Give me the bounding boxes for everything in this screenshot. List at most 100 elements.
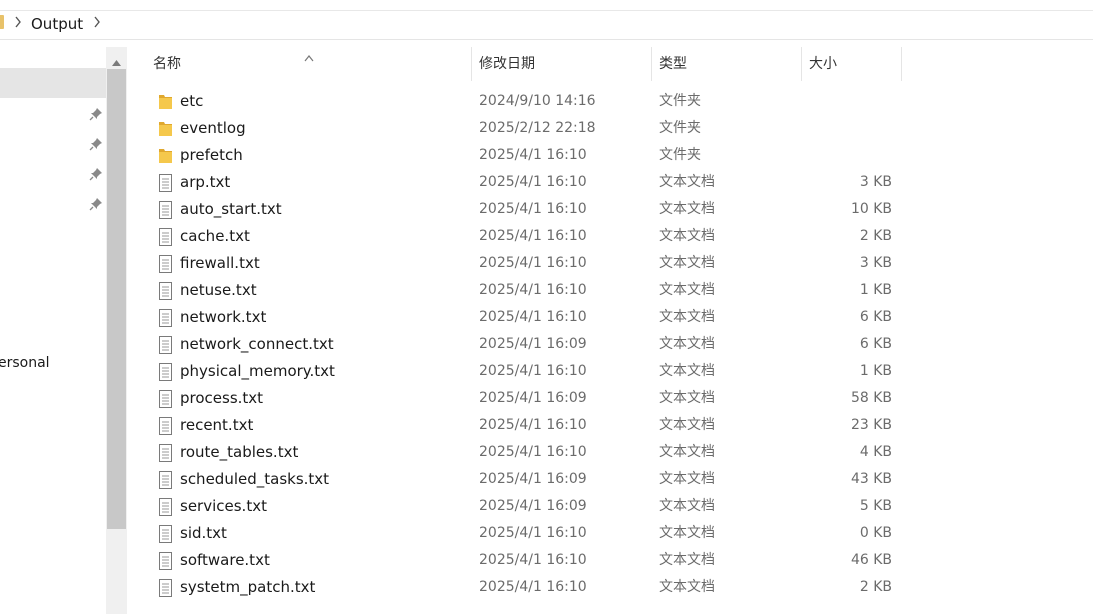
file-row[interactable]: process.txt 2025/4/1 16:09 文本文档 58 KB xyxy=(127,385,1093,412)
nav-item-personal[interactable]: ersonal xyxy=(0,354,50,372)
chevron-right-icon[interactable] xyxy=(93,16,101,28)
file-size xyxy=(807,142,892,169)
breadcrumb-output[interactable]: Output xyxy=(31,14,83,34)
column-header: 名称 修改日期 类型 大小 xyxy=(127,47,1093,81)
file-row[interactable]: network_connect.txt 2025/4/1 16:09 文本文档 6 K… xyxy=(127,331,1093,358)
file-date: 2025/4/1 16:10 xyxy=(479,147,587,163)
text-file-icon xyxy=(158,444,173,462)
file-row[interactable]: recent.txt 2025/4/1 16:10 文本文档 23 KB xyxy=(127,412,1093,439)
file-size: 3 KB xyxy=(859,174,892,190)
file-size: 46 KB xyxy=(850,552,892,568)
file-name: network_connect.txt xyxy=(180,335,334,353)
file-date: 2025/4/1 16:10 xyxy=(479,228,587,244)
navigation-pane: ersonal xyxy=(0,40,106,614)
file-size: 4 KB xyxy=(859,444,892,460)
file-name: eventlog xyxy=(180,119,246,137)
file-name: systetm_patch.txt xyxy=(180,578,316,596)
file-row[interactable]: sid.txt 2025/4/1 16:10 文本文档 0 KB xyxy=(127,520,1093,547)
file-row[interactable]: etc 2024/9/10 14:16 文件夹 xyxy=(127,88,1093,115)
file-name: arp.txt xyxy=(180,173,231,191)
column-divider[interactable] xyxy=(901,47,902,81)
file-date: 2025/4/1 16:09 xyxy=(479,471,587,487)
file-row[interactable]: route_tables.txt 2025/4/1 16:10 文本文档 4 KB xyxy=(127,439,1093,466)
file-type: 文本文档 xyxy=(659,444,715,460)
file-row[interactable]: systetm_patch.txt 2025/4/1 16:10 文本文档 2 KB xyxy=(127,574,1093,601)
file-type: 文本文档 xyxy=(659,390,715,406)
file-date: 2025/4/1 16:09 xyxy=(479,498,587,514)
file-row[interactable]: eventlog 2025/2/12 22:18 文件夹 xyxy=(127,115,1093,142)
pin-icon[interactable] xyxy=(89,106,103,121)
file-size: 58 KB xyxy=(850,390,892,406)
nav-scrollbar[interactable] xyxy=(106,47,127,614)
file-type: 文件夹 xyxy=(659,120,701,136)
text-file-icon xyxy=(158,336,173,354)
pin-icon[interactable] xyxy=(89,196,103,211)
file-name: sid.txt xyxy=(180,524,227,542)
file-date: 2025/4/1 16:10 xyxy=(479,363,587,379)
file-date: 2025/4/1 16:10 xyxy=(479,417,587,433)
file-date: 2025/4/1 16:10 xyxy=(479,309,587,325)
column-divider[interactable] xyxy=(471,47,472,81)
text-file-icon xyxy=(158,471,173,489)
file-row[interactable]: scheduled_tasks.txt 2025/4/1 16:09 文本文档 43 … xyxy=(127,466,1093,493)
file-row[interactable]: physical_memory.txt 2025/4/1 16:10 文本文档 1 K… xyxy=(127,358,1093,385)
address-bar[interactable]: Output xyxy=(0,0,1093,40)
top-divider xyxy=(0,10,1093,11)
file-date: 2025/4/1 16:10 xyxy=(479,444,587,460)
file-row[interactable]: netuse.txt 2025/4/1 16:10 文本文档 1 KB xyxy=(127,277,1093,304)
nav-item-selected[interactable] xyxy=(0,68,106,98)
file-size: 5 KB xyxy=(859,498,892,514)
text-file-icon xyxy=(158,201,173,219)
scrollbar-thumb[interactable] xyxy=(107,69,126,529)
file-size: 3 KB xyxy=(859,255,892,271)
file-row[interactable]: cache.txt 2025/4/1 16:10 文本文档 2 KB xyxy=(127,223,1093,250)
column-divider[interactable] xyxy=(801,47,802,81)
file-row[interactable]: arp.txt 2025/4/1 16:10 文本文档 3 KB xyxy=(127,169,1093,196)
file-date: 2025/4/1 16:10 xyxy=(479,174,587,190)
column-name-header[interactable]: 名称 xyxy=(153,47,181,81)
column-divider[interactable] xyxy=(651,47,652,81)
text-file-icon xyxy=(158,282,173,300)
file-name: firewall.txt xyxy=(180,254,260,272)
file-type: 文本文档 xyxy=(659,498,715,514)
text-file-icon xyxy=(158,390,173,408)
file-row[interactable]: firewall.txt 2025/4/1 16:10 文本文档 3 KB xyxy=(127,250,1093,277)
file-type: 文本文档 xyxy=(659,417,715,433)
chevron-right-icon[interactable] xyxy=(14,16,22,28)
file-row[interactable]: prefetch 2025/4/1 16:10 文件夹 xyxy=(127,142,1093,169)
pin-icon[interactable] xyxy=(89,136,103,151)
text-file-icon xyxy=(158,309,173,327)
file-type: 文本文档 xyxy=(659,552,715,568)
file-date: 2025/4/1 16:10 xyxy=(479,525,587,541)
folder-icon xyxy=(0,15,4,29)
file-date: 2024/9/10 14:16 xyxy=(479,93,596,109)
file-name: scheduled_tasks.txt xyxy=(180,470,330,488)
file-date: 2025/4/1 16:09 xyxy=(479,390,587,406)
file-type: 文本文档 xyxy=(659,363,715,379)
text-file-icon xyxy=(158,552,173,570)
file-row[interactable]: auto_start.txt 2025/4/1 16:10 文本文档 10 KB xyxy=(127,196,1093,223)
file-date: 2025/4/1 16:10 xyxy=(479,552,587,568)
file-date: 2025/2/12 22:18 xyxy=(479,120,596,136)
pin-icon[interactable] xyxy=(89,166,103,181)
file-name: auto_start.txt xyxy=(180,200,282,218)
file-type: 文本文档 xyxy=(659,309,715,325)
file-row[interactable]: services.txt 2025/4/1 16:09 文本文档 5 KB xyxy=(127,493,1093,520)
file-name: netuse.txt xyxy=(180,281,257,299)
file-row[interactable]: software.txt 2025/4/1 16:10 文本文档 46 KB xyxy=(127,547,1093,574)
file-row[interactable]: network.txt 2025/4/1 16:10 文本文档 6 KB xyxy=(127,304,1093,331)
scroll-up-arrow-icon[interactable] xyxy=(110,53,123,66)
file-type: 文件夹 xyxy=(659,93,701,109)
file-date: 2025/4/1 16:09 xyxy=(479,336,587,352)
folder-icon xyxy=(158,93,173,111)
column-size-header[interactable]: 大小 xyxy=(809,47,837,81)
file-name: software.txt xyxy=(180,551,270,569)
column-type-header[interactable]: 类型 xyxy=(659,47,687,81)
text-file-icon xyxy=(158,363,173,381)
file-type: 文本文档 xyxy=(659,174,715,190)
file-type: 文本文档 xyxy=(659,282,715,298)
column-date-header[interactable]: 修改日期 xyxy=(479,47,535,81)
file-type: 文本文档 xyxy=(659,336,715,352)
file-name: cache.txt xyxy=(180,227,250,245)
file-size: 2 KB xyxy=(859,579,892,595)
